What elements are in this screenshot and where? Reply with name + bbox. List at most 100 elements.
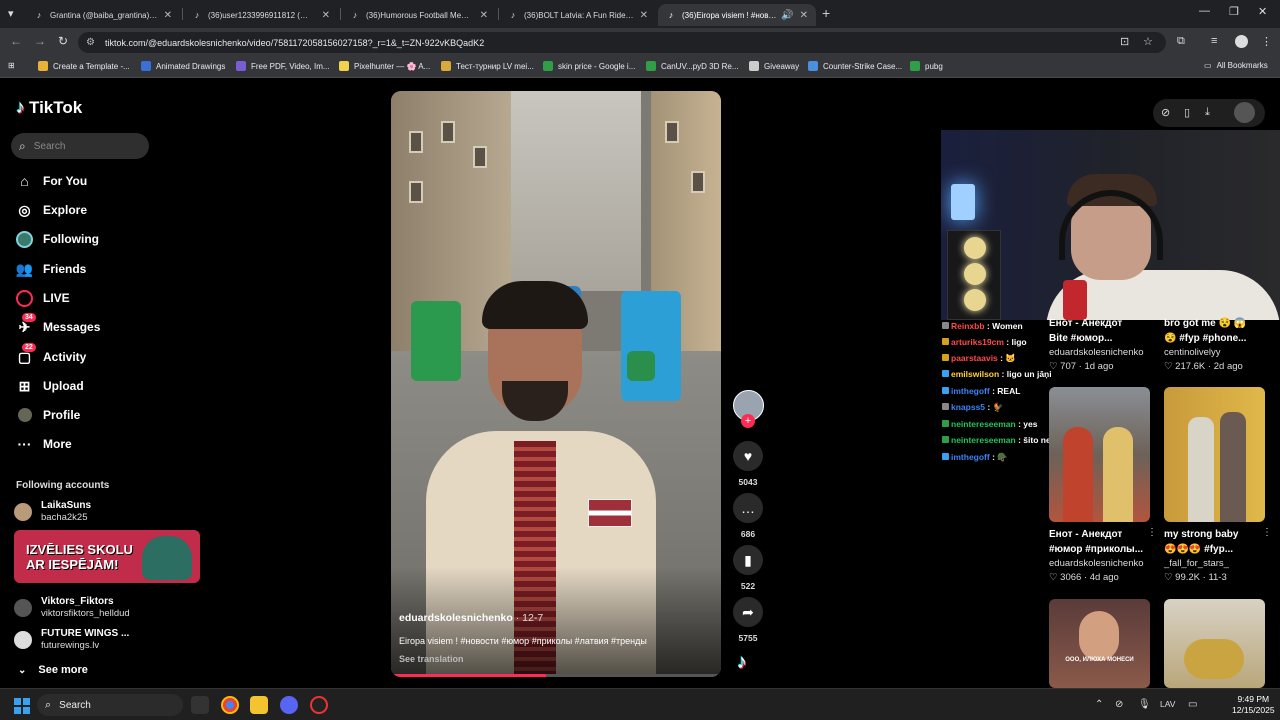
windows-start-icon[interactable] [14,698,30,714]
video-progress-bar[interactable] [391,674,721,677]
tab-eiropa-visiem[interactable]: ♪ (36)Eiropa visiem ! #новост 🔊 ✕ [658,4,816,26]
close-tab-icon[interactable]: ✕ [480,10,488,21]
file-explorer-icon[interactable] [250,696,268,714]
related-thumbnail[interactable] [1049,387,1150,522]
browser-profile-avatar[interactable] [1235,35,1248,48]
video-window [665,121,679,143]
coin-icon[interactable]: ⊘ [1161,106,1170,119]
bookmark-item[interactable]: Free PDF, Video, Im... [236,61,330,71]
tab-bolt-latvia[interactable]: ♪ (36)BOLT Latvia: A Fun Ride Exp ✕ [500,4,656,26]
bookmark-item[interactable]: Giveaway [749,61,799,71]
related-thumbnail[interactable] [1164,599,1265,688]
extensions-icon[interactable]: ⧉ [1177,35,1185,48]
nav-messages[interactable]: ✈ 34 Messages [16,312,100,337]
bookmark-item[interactable]: pubg [910,61,943,71]
install-app-icon[interactable]: ⊡ [1120,35,1129,48]
language-indicator[interactable]: LAV [1160,699,1175,709]
video-player[interactable]: eduardskolesnichenko · 12-7 Eiropa visie… [391,91,721,677]
tiktok-logo[interactable]: ♪ TikTok [16,97,82,118]
nav-live[interactable]: LIVE [16,288,70,308]
more-options-icon[interactable]: ⋮ [1262,527,1272,538]
related-thumbnail[interactable] [1164,387,1265,522]
more-options-icon[interactable]: ⋮ [1147,527,1157,538]
nav-friends[interactable]: 👥 Friends [16,259,87,279]
tray-chevron-icon[interactable]: ⌃ [1095,699,1103,710]
nav-upload[interactable]: ⊞ Upload [16,376,84,396]
bookmark-item[interactable]: CanUV...pyD 3D Re... [646,61,739,71]
chrome-icon[interactable] [221,696,239,714]
bookmark-item[interactable]: Pixelhunter — 🌸 A... [339,61,430,71]
tab-grantina[interactable]: ♪ Grantina (@baiba_grantina) | TikTok ✕ [26,4,180,26]
close-tab-icon[interactable]: ✕ [800,10,808,21]
new-tab-icon[interactable]: + [822,5,830,21]
forward-icon[interactable]: → [34,34,46,48]
bookmark-star-icon[interactable]: ☆ [1143,35,1153,48]
sound-disc-icon[interactable]: ♪ [737,651,747,674]
related-video-text[interactable]: ⋮ Енот - Анекдот #юмор #приколы... eduar… [1049,527,1157,585]
back-icon[interactable]: ← [10,34,22,48]
restore-icon[interactable]: ❐ [1229,5,1239,18]
media-icon[interactable]: ≡ [1211,35,1217,47]
tab-user[interactable]: ♪ (36)user1233996911812 (@and ✕ [184,4,338,26]
save-button[interactable]: ▮ 522 [733,545,763,591]
site-info-icon[interactable]: ⚙ [86,37,95,48]
reload-icon[interactable]: ↻ [58,34,68,48]
related-thumbnail[interactable]: ООО, ИЛЮХА МОНЕСИ [1049,599,1150,688]
see-translation-button[interactable]: See translation [399,654,464,664]
related-title: Bite #юмор... [1049,333,1113,344]
like-button[interactable]: ♥ 5043 [733,441,763,487]
task-view-icon[interactable] [191,696,209,714]
close-window-icon[interactable]: ✕ [1258,5,1267,18]
microphone-icon[interactable]: 🎙 [1138,699,1151,710]
download-icon[interactable]: ⤓ [1205,106,1210,119]
bookmark-item[interactable]: Тест-турнир LV mei... [441,61,534,71]
search-input[interactable] [33,140,134,152]
device-icon[interactable]: ▯ [1184,106,1190,119]
monitor-icon[interactable]: ▭ [1188,699,1197,710]
close-tab-icon[interactable]: ✕ [322,10,330,21]
all-bookmarks-button[interactable]: ▭ All Bookmarks [1204,61,1268,70]
related-video-text[interactable]: ⋮ my strong baby 😍😍😍 #fyp... _fall_for_s… [1164,527,1272,585]
taskbar-search[interactable]: ⌕ Search [37,694,183,716]
nav-profile[interactable]: Profile [16,405,80,425]
account-laikasuns[interactable]: LaikaSuns bacha2k25 [14,500,91,524]
school-promo-banner[interactable]: IZVĒLIES SKOLU AR IESPĒJĀM! [14,530,200,583]
tab-search-icon[interactable]: ▾ [8,7,14,20]
related-video-text[interactable]: bro got me 😵 😱 😵 #fyp #phone... centinol… [1164,316,1272,374]
network-off-icon[interactable]: ⊘ [1115,699,1123,710]
apps-icon[interactable]: ⊞ [8,61,15,70]
account-viktors-fiktors[interactable]: Viktors_Fiktors viktorsfiktors_helldud [14,596,130,620]
comment-button[interactable]: … 686 [733,493,763,539]
nav-activity[interactable]: ▢ 22 Activity [16,342,86,367]
menu-icon[interactable]: ⋮ [1261,35,1272,48]
system-clock[interactable]: 9:49 PM 12/15/2025 [1232,694,1275,716]
close-tab-icon[interactable]: ✕ [640,10,648,21]
bookmark-item[interactable]: Animated Drawings [141,61,225,71]
activity-badge: 22 [22,342,36,352]
speaker-icon[interactable]: 🔊 [781,10,793,21]
address-bar[interactable]: ⚙ tiktok.com/@eduardskolesnichenko/video… [78,32,1166,53]
bookmark-item[interactable]: Create a Template -... [38,61,130,71]
record-app-icon[interactable] [310,696,328,714]
search-icon: ⌕ [45,698,52,711]
minimize-icon[interactable]: — [1199,5,1210,17]
share-button[interactable]: ➦ 5755 [733,597,763,643]
see-more-button[interactable]: ⌄ See more [18,664,88,676]
follow-plus-icon[interactable]: + [741,414,755,428]
search-box[interactable]: ⌕ [11,133,149,159]
account-future-wings[interactable]: FUTURE WINGS ... futurewings.lv [14,628,129,652]
related-video-text[interactable]: Енот - Анекдот Bite #юмор... eduardskole… [1049,316,1157,374]
user-avatar[interactable] [1234,102,1255,123]
video-author[interactable]: eduardskolesnichenko · 12-7 [399,612,543,624]
nav-explore[interactable]: ◎ Explore [16,200,87,220]
following-icon [16,230,33,248]
nav-for-you[interactable]: ⌂ For You [16,171,87,191]
bookmark-item[interactable]: skin price - Google i... [543,61,635,71]
nav-more[interactable]: ··· More [16,434,72,454]
url-text: tiktok.com/@eduardskolesnichenko/video/7… [104,37,485,48]
close-tab-icon[interactable]: ✕ [164,10,172,21]
discord-icon[interactable] [280,696,298,714]
bookmark-item[interactable]: Counter-Strike Case... [808,61,902,71]
nav-following[interactable]: Following [16,229,99,249]
tab-football-memes[interactable]: ♪ (36)Humorous Football Memes ✕ [342,4,496,26]
